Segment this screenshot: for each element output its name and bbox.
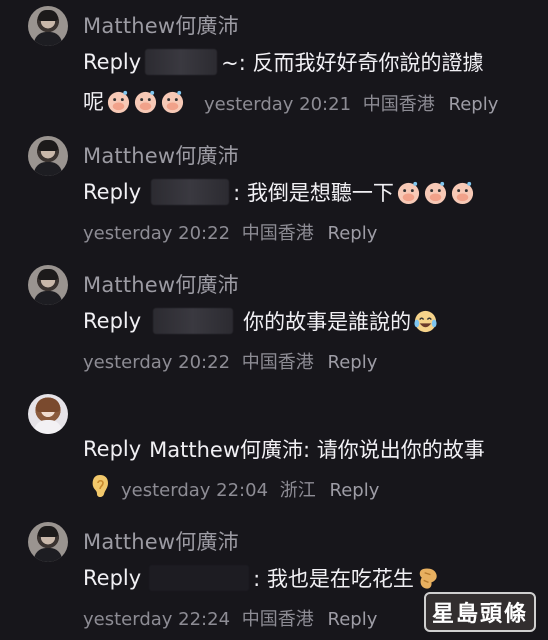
redacted-username xyxy=(151,179,230,205)
news-watermark: 星島頭條 xyxy=(423,592,536,632)
laugh-cover-mouth-icon xyxy=(451,181,473,204)
comment-meta: yesterday 20:22 中国香港 Reply xyxy=(83,219,377,245)
timestamp: yesterday 22:24 xyxy=(83,609,231,630)
timestamp: yesterday 20:22 xyxy=(83,352,231,373)
comment-meta: yesterday 22:24 中国香港 Reply xyxy=(83,605,377,631)
avatar[interactable] xyxy=(28,394,68,434)
location: 中国香港 xyxy=(241,352,314,373)
reply-word: Reply xyxy=(83,50,142,74)
comment-body: : 我倒是想聽一下 xyxy=(233,181,394,205)
comment-body: : 请你说出你的故事 xyxy=(303,438,485,462)
reply-button[interactable]: Reply xyxy=(328,352,378,373)
reply-word: Reply xyxy=(83,309,142,333)
reply-word: Reply xyxy=(83,566,142,590)
laugh-cover-mouth-icon xyxy=(161,90,184,113)
comment-body: : 我也是在吃花生 xyxy=(253,567,414,591)
ear-icon xyxy=(92,475,108,497)
reply-button[interactable]: Reply xyxy=(330,480,380,501)
peanut-icon xyxy=(419,568,437,589)
comment-text: Reply Matthew何廣沛 : 请你说出你的故事 xyxy=(83,434,485,464)
reply-button[interactable]: Reply xyxy=(328,609,378,630)
commenter-name[interactable]: Matthew何廣沛 xyxy=(83,10,239,40)
commenter-name[interactable]: Matthew何廣沛 xyxy=(83,140,239,170)
comment-meta: yesterday 20:22 中国香港 Reply xyxy=(83,348,377,374)
avatar[interactable] xyxy=(28,136,68,176)
reply-button[interactable]: Reply xyxy=(449,94,499,115)
timestamp: yesterday 22:04 xyxy=(121,480,269,501)
location: 中国香港 xyxy=(362,94,435,115)
avatar[interactable] xyxy=(28,6,68,46)
comment-text: Reply : 我倒是想聽一下 xyxy=(83,177,475,207)
laugh-cover-mouth-icon xyxy=(107,90,130,113)
laugh-cover-mouth-icon xyxy=(424,181,446,204)
laugh-cover-mouth-icon xyxy=(134,90,157,113)
redacted-username xyxy=(145,49,218,75)
avatar[interactable] xyxy=(28,522,68,562)
comment-meta: yesterday 20:21 中国香港 Reply xyxy=(204,90,498,116)
location: 中国香港 xyxy=(241,223,314,244)
comment-text: Reply 你的故事是誰說的 xyxy=(83,306,438,336)
reply-button[interactable]: Reply xyxy=(328,223,378,244)
laugh-cover-mouth-icon xyxy=(397,181,419,204)
avatar[interactable] xyxy=(28,265,68,305)
location: 中国香港 xyxy=(241,609,314,630)
comment-body: ~: 反而我好好奇你說的證據 xyxy=(221,51,484,75)
comment-body-cont: 呢 xyxy=(83,90,104,114)
comment-text-line2: 呢 xyxy=(83,86,185,116)
laughing-tears-icon xyxy=(414,310,437,332)
comment-body: 你的故事是誰說的 xyxy=(243,310,412,334)
commenter-name[interactable]: Matthew何廣沛 xyxy=(83,269,239,299)
redacted-username xyxy=(153,308,234,334)
reply-target[interactable]: Matthew何廣沛 xyxy=(149,434,303,464)
commenter-name[interactable]: Matthew何廣沛 xyxy=(83,526,239,556)
location: 浙江 xyxy=(279,480,316,501)
timestamp: yesterday 20:22 xyxy=(83,223,231,244)
reply-word: Reply xyxy=(83,180,142,204)
comment-text: Reply ~: 反而我好好奇你說的證據 xyxy=(83,47,484,77)
timestamp: yesterday 20:21 xyxy=(204,94,352,115)
comment-text: Reply : 我也是在吃花生 xyxy=(83,563,441,593)
comment-meta: yesterday 22:04 浙江 Reply xyxy=(121,476,379,502)
redacted-username xyxy=(149,565,250,591)
reply-word: Reply xyxy=(83,437,142,461)
